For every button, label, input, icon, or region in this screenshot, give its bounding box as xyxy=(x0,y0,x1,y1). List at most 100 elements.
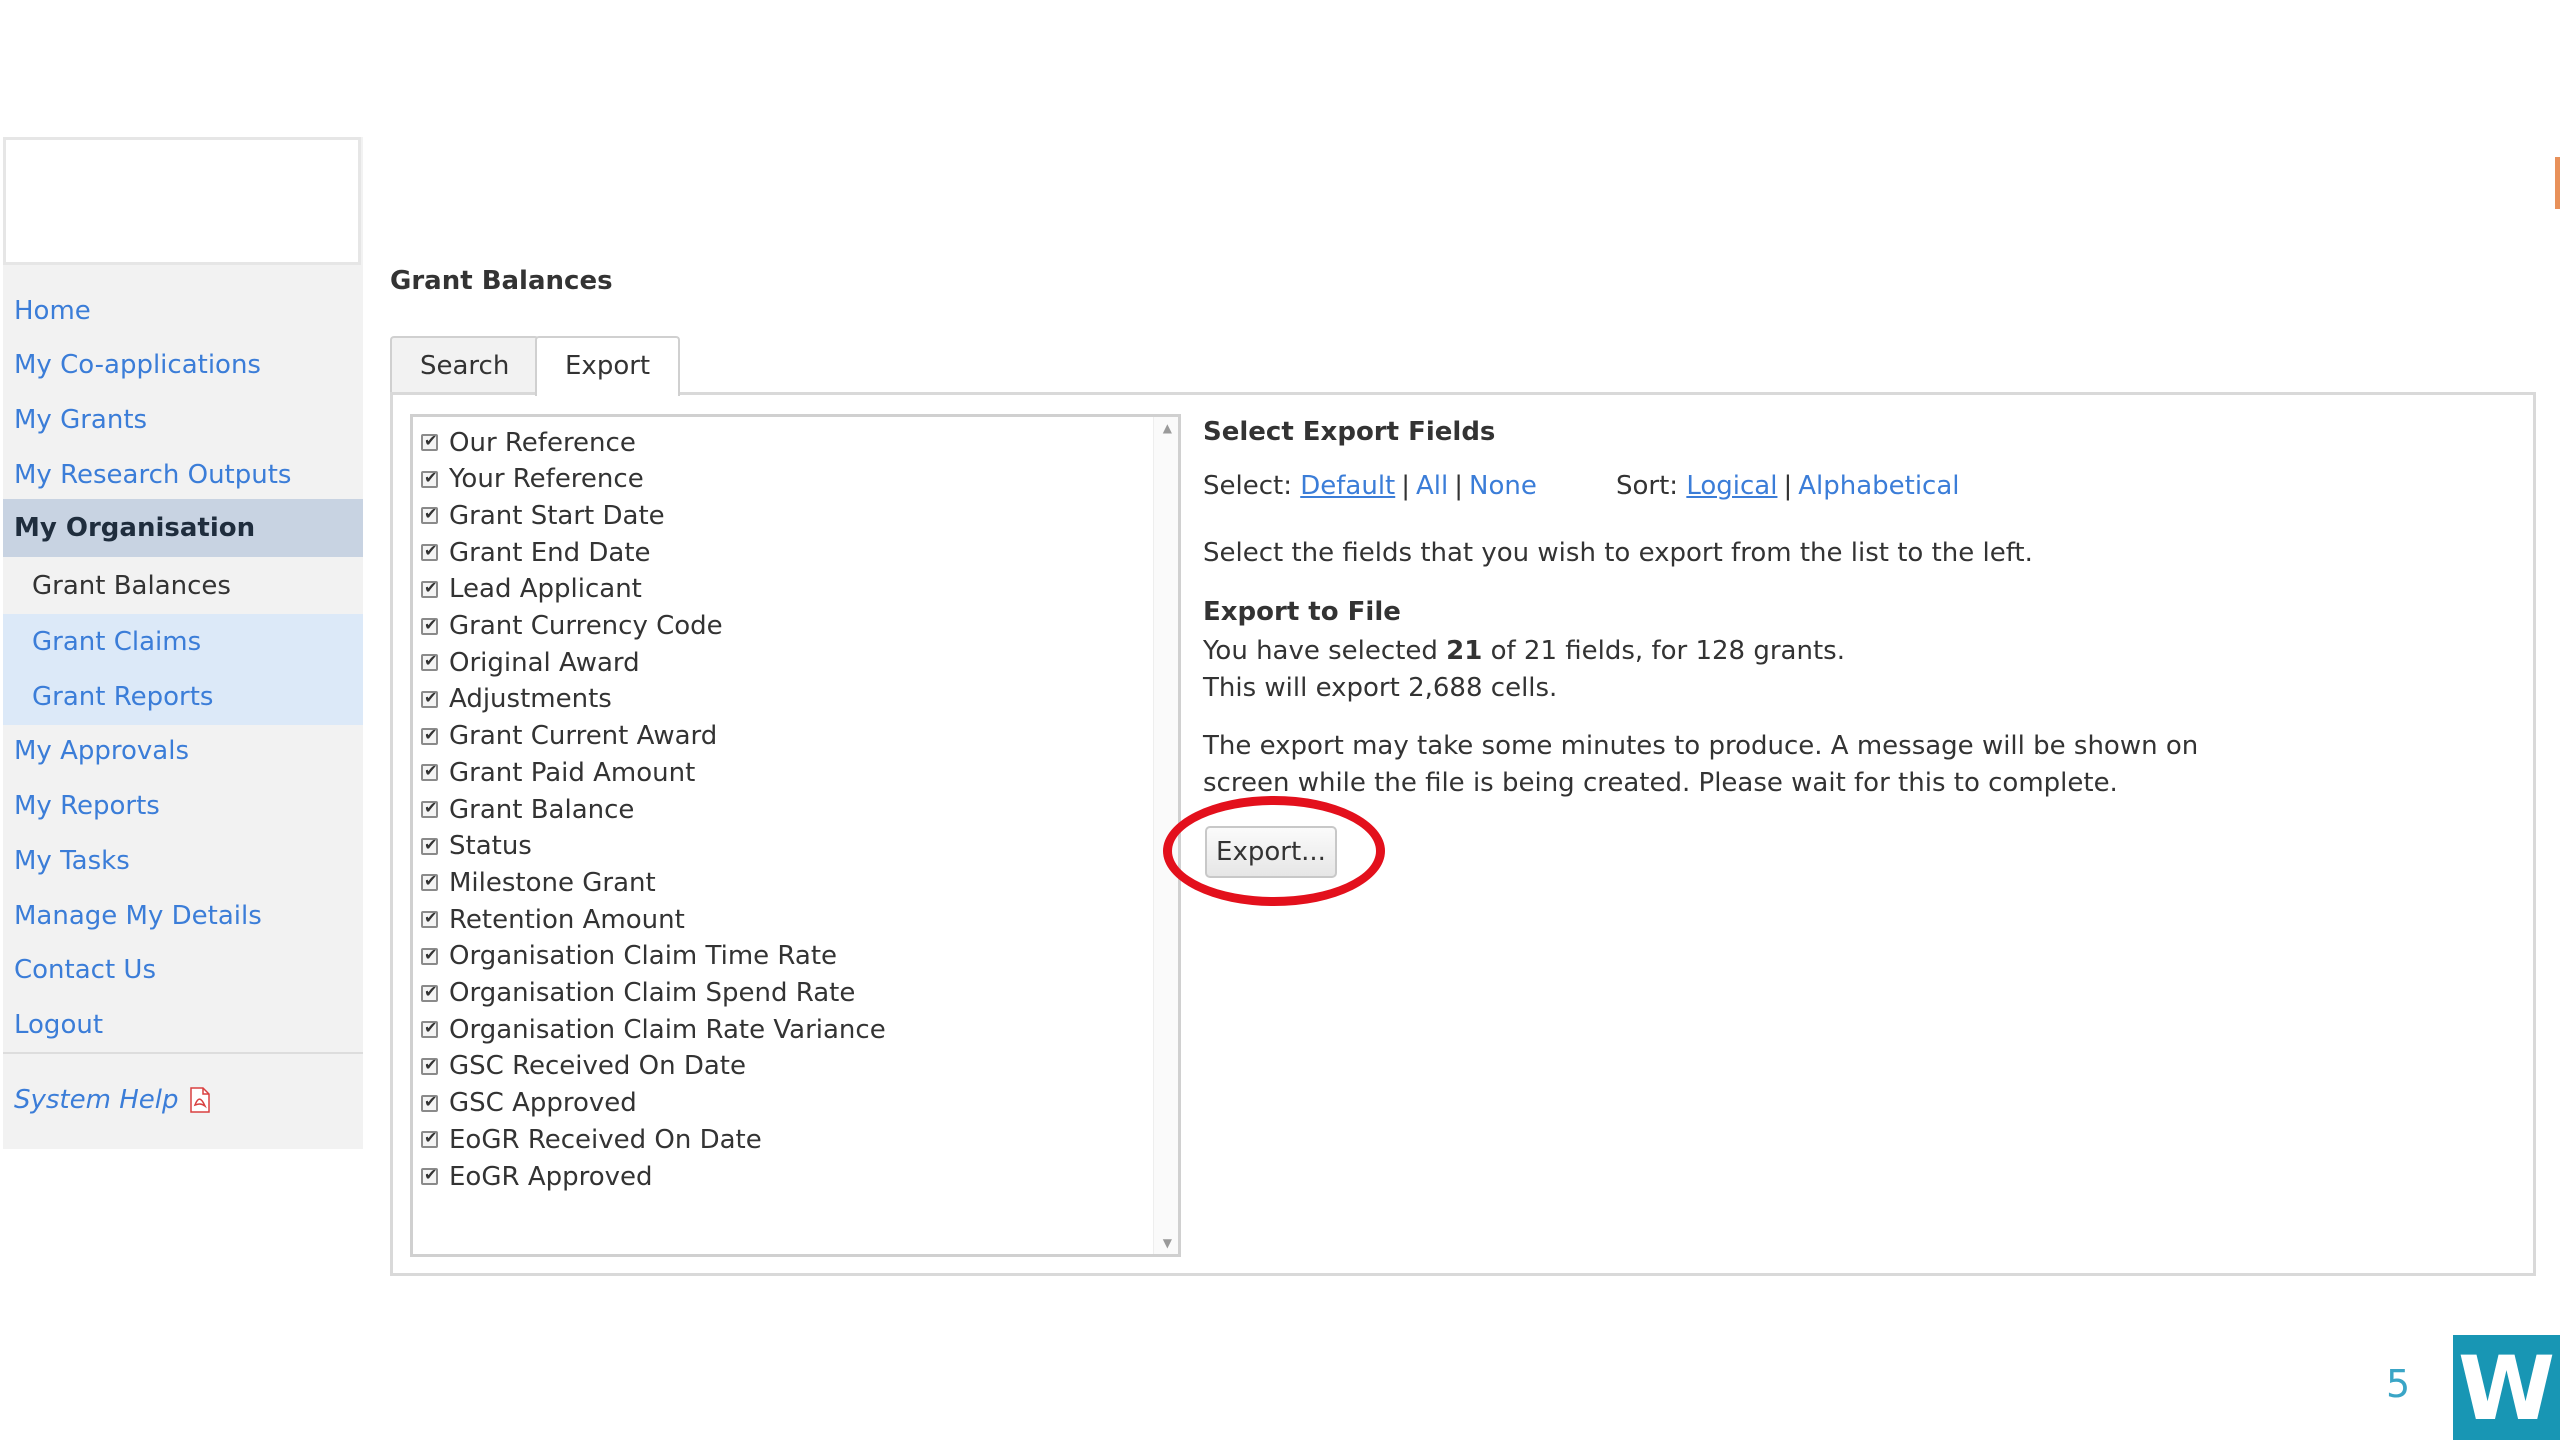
field-option[interactable]: Original Award xyxy=(421,644,640,681)
field-option[interactable]: Grant Currency Code xyxy=(421,608,723,645)
field-option[interactable]: Grant Balance xyxy=(421,791,634,828)
field-option[interactable]: Status xyxy=(421,828,532,865)
field-label: Lead Applicant xyxy=(449,574,642,605)
field-checkbox[interactable] xyxy=(421,1092,438,1112)
select-all-link[interactable]: All xyxy=(1416,471,1448,501)
sidebar-item-home[interactable]: Home xyxy=(3,284,363,338)
field-checkbox[interactable] xyxy=(421,1165,438,1185)
field-option[interactable]: Our Reference xyxy=(421,424,636,461)
field-checkbox[interactable] xyxy=(421,541,438,562)
field-option[interactable]: Grant Current Award xyxy=(421,718,717,755)
field-option[interactable]: Retention Amount xyxy=(421,901,685,938)
field-label: Organisation Claim Spend Rate xyxy=(449,978,856,1008)
field-list[interactable]: ▲ ▼ Our Reference Your Reference Grant Sta… xyxy=(410,414,1181,1257)
field-label: Your Reference xyxy=(449,464,644,495)
sidebar-item-grant-balances[interactable]: Grant Balances xyxy=(3,557,363,615)
field-checkbox[interactable] xyxy=(421,431,438,451)
field-checkbox[interactable] xyxy=(421,504,438,525)
sidebar-item-organisation[interactable]: My Organisation xyxy=(3,499,363,557)
field-label: Organisation Claim Time Rate xyxy=(449,941,838,972)
field-label: Grant Balance xyxy=(449,794,635,825)
select-none-link[interactable]: None xyxy=(1469,471,1537,501)
field-option[interactable]: Lead Applicant xyxy=(421,571,642,608)
field-option[interactable]: GSC Approved xyxy=(421,1085,637,1122)
sidebar-item-grant-claims[interactable]: Grant Claims xyxy=(3,614,363,670)
sidebar-item-grant-reports[interactable]: Grant Reports xyxy=(3,669,363,725)
edge-marker xyxy=(2555,157,2560,209)
field-checkbox[interactable] xyxy=(421,945,438,965)
field-checkbox[interactable] xyxy=(421,835,438,855)
field-option[interactable]: EoGR Approved xyxy=(421,1158,653,1195)
field-checkbox[interactable] xyxy=(421,725,438,745)
field-label: Retention Amount xyxy=(449,904,685,935)
field-option[interactable]: Organisation Claim Spend Rate xyxy=(421,975,855,1012)
field-option[interactable]: Grant End Date xyxy=(421,534,651,571)
field-checkbox[interactable] xyxy=(421,615,438,635)
field-label: Grant Current Award xyxy=(449,721,718,752)
field-checkbox[interactable] xyxy=(421,761,438,782)
select-row: Select: Default | All | None xyxy=(1203,471,1537,501)
field-label: Our Reference xyxy=(449,427,636,458)
sidebar-item-logout[interactable]: Logout xyxy=(3,998,363,1052)
sidebar-item-reports[interactable]: My Reports xyxy=(3,779,363,833)
system-help-link[interactable]: System Help xyxy=(14,1085,211,1115)
field-label: EoGR Approved xyxy=(449,1161,653,1192)
brand-logo-icon: W xyxy=(2453,1335,2560,1440)
sidebar: Home My Co-applications My Grants My Res… xyxy=(3,137,363,1149)
field-label: GSC Received On Date xyxy=(449,1051,746,1082)
field-option[interactable]: Grant Paid Amount xyxy=(421,754,695,791)
scroll-up-arrow-icon[interactable]: ▲ xyxy=(1163,421,1172,435)
tab-search[interactable]: Search xyxy=(390,336,540,393)
field-label: Grant Start Date xyxy=(449,500,665,531)
system-help-label[interactable]: System Help xyxy=(14,1085,179,1115)
field-option[interactable]: Organisation Claim Time Rate xyxy=(421,938,837,975)
sidebar-item-grants[interactable]: My Grants xyxy=(3,393,363,447)
sort-logical-link[interactable]: Logical xyxy=(1686,471,1777,501)
sidebar-item-contact-us[interactable]: Contact Us xyxy=(3,943,363,997)
field-checkbox[interactable] xyxy=(421,798,438,818)
field-checkbox[interactable] xyxy=(421,982,438,1002)
field-checkbox[interactable] xyxy=(421,1055,438,1075)
field-checkbox[interactable] xyxy=(421,468,438,488)
field-checkbox[interactable] xyxy=(421,688,438,708)
field-checkbox[interactable] xyxy=(421,871,438,892)
sidebar-item-manage-details[interactable]: Manage My Details xyxy=(3,889,363,943)
sidebar-item-co-applications[interactable]: My Co-applications xyxy=(3,338,363,392)
wait-notice-line-1: The export may take some minutes to prod… xyxy=(1203,731,2199,761)
sidebar-divider xyxy=(3,1052,363,1054)
select-default-link[interactable]: Default xyxy=(1300,471,1395,501)
field-checkbox[interactable] xyxy=(421,1018,438,1039)
selected-count: 21 xyxy=(1446,636,1483,666)
sidebar-item-approvals[interactable]: My Approvals xyxy=(3,724,363,778)
field-checkbox[interactable] xyxy=(421,908,438,929)
field-label: Adjustments xyxy=(449,684,612,715)
summary-suffix: of 21 fields, for 128 grants. xyxy=(1490,636,1845,666)
field-checkbox[interactable] xyxy=(421,578,438,598)
field-option[interactable]: Adjustments xyxy=(421,681,612,718)
field-option[interactable]: Your Reference xyxy=(421,461,644,498)
field-option[interactable]: GSC Received On Date xyxy=(421,1048,746,1085)
field-label: Milestone Grant xyxy=(449,867,656,898)
pdf-icon xyxy=(189,1087,211,1113)
sidebar-item-research-outputs[interactable]: My Research Outputs xyxy=(3,448,363,502)
field-option[interactable]: EoGR Received On Date xyxy=(421,1121,762,1158)
field-label: Grant Currency Code xyxy=(449,611,723,641)
field-option[interactable]: Milestone Grant xyxy=(421,864,656,901)
field-label: Organisation Claim Rate Variance xyxy=(449,1014,886,1045)
scroll-down-arrow-icon[interactable]: ▼ xyxy=(1163,1236,1172,1250)
field-label: EoGR Received On Date xyxy=(449,1124,762,1155)
field-checkbox[interactable] xyxy=(421,1128,438,1149)
summary-prefix: You have selected xyxy=(1203,636,1438,666)
field-label: Grant End Date xyxy=(449,537,651,568)
field-option[interactable]: Organisation Claim Rate Variance xyxy=(421,1011,886,1048)
sort-label: Sort: xyxy=(1616,471,1679,501)
field-checkbox[interactable] xyxy=(421,651,438,672)
cells-summary: This will export 2,688 cells. xyxy=(1203,673,1558,703)
tab-export[interactable]: Export xyxy=(535,336,681,396)
field-option[interactable]: Grant Start Date xyxy=(421,497,665,534)
export-to-file-heading: Export to File xyxy=(1203,597,1401,627)
sort-alphabetical-link[interactable]: Alphabetical xyxy=(1798,471,1959,501)
sidebar-item-tasks[interactable]: My Tasks xyxy=(3,834,363,888)
select-label: Select: xyxy=(1203,471,1292,501)
field-label: GSC Approved xyxy=(449,1088,637,1119)
